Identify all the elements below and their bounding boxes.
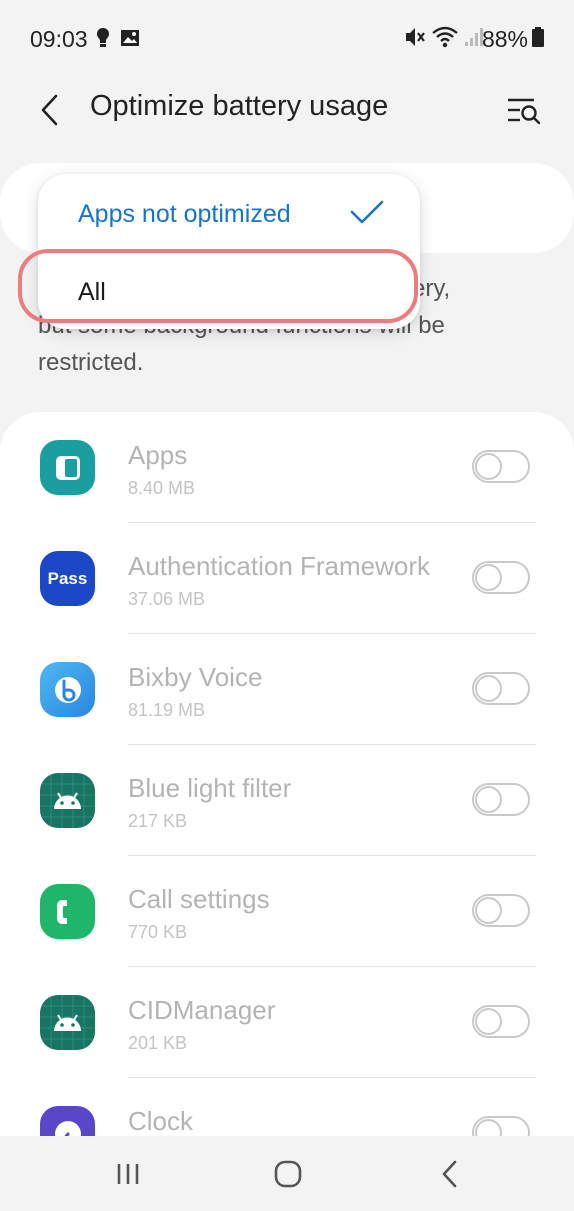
list-item[interactable]: Blue light filter 217 KB — [0, 745, 574, 856]
dropdown-option-label: Apps not optimized — [78, 200, 291, 228]
list-item[interactable]: Call settings 770 KB — [0, 856, 574, 967]
wifi-icon — [432, 26, 458, 53]
battery-percent: 88% — [481, 26, 528, 52]
toggle-knob — [475, 564, 502, 591]
optimize-toggle[interactable] — [472, 561, 530, 594]
optimize-toggle[interactable] — [472, 783, 530, 816]
description-line-3: restricted. — [38, 349, 144, 376]
optimize-toggle[interactable] — [472, 1005, 530, 1038]
list-item[interactable]: Apps 8.40 MB — [0, 412, 574, 523]
toggle-knob — [475, 675, 502, 702]
home-icon — [274, 1160, 302, 1188]
app-name: Blue light filter — [128, 773, 292, 803]
android-icon — [40, 995, 95, 1050]
navigation-bar — [0, 1136, 574, 1211]
app-size: 217 KB — [128, 811, 188, 831]
clock-icon — [40, 1106, 95, 1136]
pass-icon-text: Pass — [47, 568, 88, 588]
android-icon — [40, 773, 95, 828]
bixby-icon — [40, 662, 95, 717]
battery-icon — [532, 26, 544, 53]
apps-icon — [40, 440, 95, 495]
app-name: Authentication Framework — [128, 551, 431, 581]
app-list: Apps 8.40 MB Pass Authentication Framewo… — [0, 412, 574, 1136]
status-time: 09:03 — [30, 26, 88, 52]
app-size: 201 KB — [128, 1033, 188, 1053]
app-size: 37.06 MB — [128, 589, 206, 609]
toggle-knob — [475, 897, 502, 924]
status-bar: 09:03 88% — [0, 0, 574, 76]
status-system-icons — [404, 26, 484, 53]
home-button[interactable] — [266, 1154, 310, 1194]
dropdown-option-label: All — [78, 278, 106, 306]
back-icon — [442, 1160, 457, 1188]
back-button[interactable] — [30, 90, 70, 130]
mute-icon — [404, 26, 426, 53]
recents-button[interactable] — [106, 1154, 150, 1194]
toggle-knob — [475, 1119, 502, 1136]
check-icon — [350, 200, 384, 224]
optimize-toggle[interactable] — [472, 672, 530, 705]
list-item[interactable]: CIDManager 201 KB — [0, 967, 574, 1078]
search-filter-button[interactable] — [502, 88, 546, 132]
app-name: Apps — [128, 440, 188, 470]
dropdown-option-apps-not-optimized[interactable]: Apps not optimized — [38, 174, 420, 254]
app-size: 81.19 MB — [128, 700, 206, 720]
optimize-toggle[interactable] — [472, 1116, 530, 1136]
recents-icon — [117, 1164, 139, 1184]
list-item[interactable]: Clock — [0, 1078, 574, 1136]
app-name: Clock — [128, 1106, 194, 1136]
status-notification-icons — [96, 27, 140, 54]
bulb-icon — [96, 27, 110, 54]
battery-status: 88% — [482, 26, 544, 53]
list-item[interactable]: Pass Authentication Framework 37.06 MB — [0, 523, 574, 634]
app-size: 770 KB — [128, 922, 188, 942]
optimize-toggle[interactable] — [472, 894, 530, 927]
filter-dropdown: Apps not optimized All — [38, 174, 420, 329]
app-size: 8.40 MB — [128, 478, 196, 498]
pass-icon: Pass — [40, 551, 95, 606]
optimize-toggle[interactable] — [472, 450, 530, 483]
toggle-knob — [475, 453, 502, 480]
app-name: CIDManager — [128, 995, 276, 1025]
back-arrow-icon — [41, 94, 58, 126]
toggle-knob — [475, 786, 502, 813]
phone-icon — [40, 884, 95, 939]
app-name: Call settings — [128, 884, 270, 914]
app-header: Optimize battery usage — [0, 76, 574, 146]
dropdown-option-all[interactable]: All — [38, 254, 420, 329]
search-filter-icon — [508, 98, 541, 125]
nav-back-button[interactable] — [428, 1154, 472, 1194]
image-icon — [120, 29, 140, 52]
toggle-knob — [475, 1008, 502, 1035]
list-item[interactable]: Bixby Voice 81.19 MB — [0, 634, 574, 745]
page-title: Optimize battery usage — [90, 90, 389, 122]
app-name: Bixby Voice — [128, 662, 263, 692]
